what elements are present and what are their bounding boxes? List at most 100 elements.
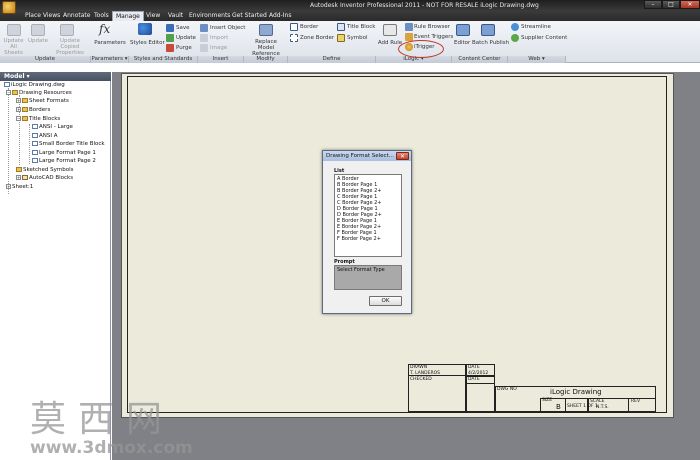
styles-editor-button[interactable]: Styles Editor (130, 40, 165, 46)
tree-item-ansi-large[interactable]: ANSI - Large (32, 124, 73, 131)
collapse-icon[interactable]: − (6, 90, 11, 95)
tab-get-started[interactable]: Get Started (229, 11, 270, 21)
tree-item-small-border[interactable]: Small Border Title Block (32, 141, 105, 148)
expand-icon[interactable]: + (16, 107, 21, 112)
rule-browser-icon (405, 23, 413, 31)
parameters-button[interactable]: Parameters (93, 40, 127, 46)
fx-icon: fx (99, 22, 111, 36)
zone-border-button[interactable]: Zone Border (300, 35, 334, 41)
title-block-icon (32, 124, 38, 129)
update-panel-label: Update (0, 56, 91, 63)
folder-icon (16, 167, 22, 172)
window-title: Autodesk Inventor Professional 2011 - NO… (310, 2, 539, 9)
format-list[interactable]: A Border B Border Page 1 B Border Page 2… (334, 174, 402, 257)
close-button[interactable]: ✕ (680, 0, 700, 9)
rule-browser-button[interactable]: Rule Browser (414, 24, 450, 30)
ok-button[interactable]: OK (369, 296, 402, 306)
title-block-icon (32, 141, 38, 146)
checked-label: CHECKED (410, 377, 432, 382)
title-block-button[interactable]: Title Block (347, 24, 375, 30)
list-item[interactable]: F Border Page 2+ (337, 236, 381, 242)
dialog-close-button[interactable]: ✕ (396, 152, 409, 160)
watermark-url: www.3dmox.com (30, 438, 193, 458)
tree-item-title-blocks[interactable]: − Title Blocks (16, 116, 60, 123)
tab-annotate[interactable]: Annotate (60, 11, 93, 21)
styles-editor-icon (138, 23, 152, 35)
update-button[interactable]: Update (27, 38, 49, 44)
title-block-icon (32, 150, 38, 155)
tree-item-label: Sketched Symbols (23, 167, 74, 173)
insert-object-button[interactable]: Insert Object (210, 25, 245, 31)
tree-item-label: Sheet:1 (12, 184, 34, 190)
update-styles-icon (166, 34, 174, 42)
symbol-button[interactable]: Symbol (347, 35, 368, 41)
tree-item-document[interactable]: iLogic Drawing.dwg (4, 82, 65, 89)
tree-item-label: ANSI A (39, 133, 58, 139)
drawn-by-value: T. LANDEROS (410, 371, 440, 376)
expand-icon[interactable]: + (6, 184, 11, 189)
browser-header[interactable]: Model ▾ (0, 72, 111, 81)
update-all-sheets-button[interactable]: Update All Sheets (0, 38, 27, 56)
replace-model-reference-button[interactable]: Replace Model Reference (246, 39, 286, 57)
tree-item-sketched-symbols[interactable]: Sketched Symbols (16, 167, 74, 174)
tree-item-large-format-page-1[interactable]: Large Format Page 1 (32, 150, 96, 157)
tab-vault[interactable]: Vault (165, 11, 186, 21)
tree-item-drawing-resources[interactable]: − Drawing Resources (6, 90, 72, 97)
tab-place-views[interactable]: Place Views (22, 11, 63, 21)
application-menu-button[interactable] (2, 1, 16, 14)
maximize-icon: □ (668, 1, 674, 8)
content-center-panel-label: Content Center (452, 56, 508, 63)
tree-item-sheet-formats[interactable]: + Sheet Formats (16, 98, 69, 105)
import-button[interactable]: Import (210, 35, 228, 41)
rev-label: REV (631, 399, 641, 404)
scale-value: N.T.S. (596, 405, 609, 410)
maximize-button[interactable]: □ (662, 0, 680, 9)
web-panel-label: Web ▾ (508, 56, 566, 63)
tree-item-sheet-1[interactable]: + Sheet:1 (6, 184, 133, 262)
tree-item-label: ANSI - Large (39, 124, 73, 130)
expand-icon[interactable]: + (16, 175, 21, 180)
tree-item-borders[interactable]: + Borders (16, 107, 50, 114)
batch-publish-button[interactable]: Batch Publish (472, 40, 509, 46)
purge-button[interactable]: Purge (176, 45, 192, 51)
insert-object-icon (200, 24, 208, 32)
tree-connector (29, 124, 30, 164)
tab-environments[interactable]: Environments (186, 11, 233, 21)
tree-item-label: Sheet Formats (29, 98, 69, 104)
tab-tools[interactable]: Tools (91, 11, 112, 21)
tab-add-ins[interactable]: Add-Ins (266, 11, 294, 21)
tree-item-large-format-page-2[interactable]: Large Format Page 2 (32, 158, 96, 165)
itrigger-highlight (398, 40, 444, 58)
block-icon (22, 175, 28, 180)
image-button[interactable]: Image (210, 45, 227, 51)
batch-publish-icon (481, 24, 495, 36)
expand-icon[interactable]: + (16, 98, 21, 103)
content-center-editor-icon (456, 24, 470, 36)
tree-item-label: Large Format Page 2 (39, 158, 96, 164)
tab-manage[interactable]: Manage (112, 11, 144, 21)
insert-panel-label: Insert (198, 56, 244, 63)
update-all-sheets-icon (7, 24, 21, 36)
minimize-button[interactable]: – (644, 0, 662, 9)
prompt-text: Select Format Type (334, 265, 402, 290)
supplier-content-button[interactable]: Supplier Content (521, 35, 567, 41)
update-copied-properties-button[interactable]: Update Copied Properties (50, 38, 90, 56)
watermark-chinese: 莫西网 (30, 399, 175, 440)
streamline-button[interactable]: Streamline (521, 24, 551, 30)
ribbon: Update All Sheets Update Update Copied P… (0, 21, 700, 63)
add-rule-icon (383, 24, 397, 36)
tree-item-autocad-blocks[interactable]: + AutoCAD Blocks (16, 175, 73, 182)
update-copied-properties-icon (60, 24, 74, 36)
tree-item-label: Title Blocks (29, 116, 61, 122)
editor-button[interactable]: Editor (454, 40, 470, 46)
tab-view[interactable]: View (143, 11, 163, 21)
dwg-no-label: DWG NO (497, 387, 517, 392)
collapse-icon[interactable]: − (16, 116, 21, 121)
update-styles-button[interactable]: Update (176, 35, 196, 41)
purge-icon (166, 44, 174, 52)
border-button[interactable]: Border (300, 24, 318, 30)
tree-item-label: Large Format Page 1 (39, 150, 96, 156)
tree-item-ansi-a[interactable]: ANSI A (32, 133, 58, 140)
save-styles-button[interactable]: Save (176, 25, 190, 31)
sheet-value: SHEET 1 OF 1 (567, 404, 598, 409)
